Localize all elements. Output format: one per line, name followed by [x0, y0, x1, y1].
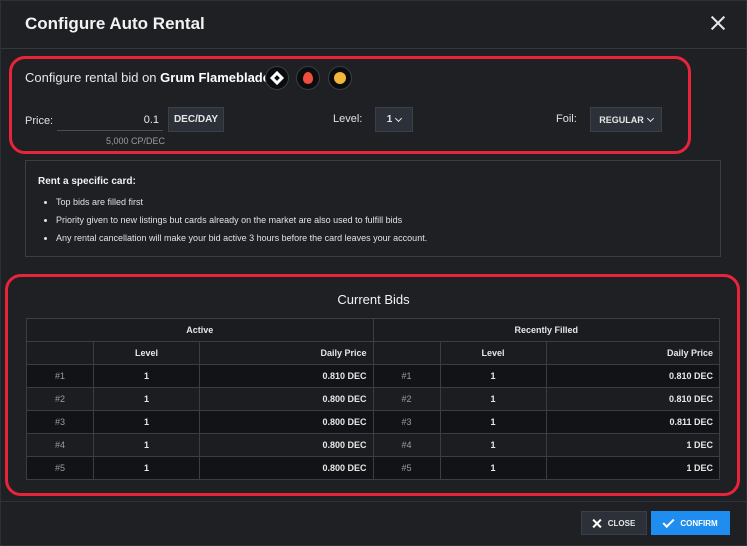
- filled-price: 0.810 DEC: [545, 364, 720, 388]
- table-row: #2 1 0.800 DEC #2 1 0.810 DEC: [26, 387, 720, 411]
- price-column-header: Daily Price: [545, 341, 720, 365]
- info-title: Rent a specific card:: [38, 176, 136, 187]
- foil-label: Foil:: [556, 113, 577, 125]
- active-level: 1: [93, 364, 200, 388]
- info-item: Top bids are filled first: [42, 196, 427, 214]
- level-value: 1: [386, 114, 393, 125]
- active-level: 1: [93, 456, 200, 480]
- close-button[interactable]: CLOSE: [581, 511, 647, 535]
- price-unit-button[interactable]: DEC/DAY: [168, 107, 224, 132]
- foil-dropdown[interactable]: REGULAR: [590, 107, 662, 132]
- price-label: Price:: [25, 115, 54, 127]
- chevron-down-icon: [395, 114, 403, 122]
- check-icon: [662, 515, 675, 528]
- filled-level: 1: [439, 433, 547, 457]
- chevron-down-icon: [646, 114, 654, 122]
- config-label: Configure rental bid on Grum Flameblade: [25, 70, 270, 85]
- info-list: Top bids are filled first Priority given…: [42, 196, 427, 250]
- gold-coin-icon: [328, 66, 352, 90]
- configure-auto-rental-modal: Configure Auto Rental Configure rental b…: [0, 0, 747, 546]
- confirm-button-label: CONFIRM: [680, 518, 718, 528]
- recently-filled-header: Recently Filled: [372, 318, 720, 342]
- price-hint: 5,000 CP/DEC: [106, 136, 166, 146]
- current-bids-title: Current Bids: [337, 292, 410, 307]
- filled-price: 1 DEC: [545, 433, 720, 457]
- level-label: Level:: [333, 113, 363, 125]
- active-level: 1: [93, 433, 200, 457]
- table-row: #3 1 0.800 DEC #3 1 0.811 DEC: [26, 410, 720, 434]
- active-level: 1: [93, 387, 200, 411]
- info-item: Any rental cancellation will make your b…: [42, 232, 427, 250]
- close-icon[interactable]: [710, 15, 726, 31]
- active-price: 0.810 DEC: [199, 364, 374, 388]
- active-price: 0.800 DEC: [199, 433, 374, 457]
- filled-price: 1 DEC: [545, 456, 720, 480]
- active-level: 1: [93, 410, 200, 434]
- rank-column-header: [26, 341, 94, 365]
- info-item: Priority given to new listings but cards…: [42, 214, 427, 232]
- diamond-icon: [265, 66, 289, 90]
- close-icon: [593, 519, 602, 528]
- filled-rank: #3: [372, 410, 441, 434]
- active-rank: #2: [26, 387, 94, 411]
- active-rank: #1: [26, 364, 94, 388]
- filled-price: 0.811 DEC: [545, 410, 720, 434]
- footer-divider: [1, 501, 746, 502]
- filled-level: 1: [439, 364, 547, 388]
- filled-rank: #2: [372, 387, 441, 411]
- filled-rank: #4: [372, 433, 441, 457]
- active-price: 0.800 DEC: [199, 410, 374, 434]
- confirm-button[interactable]: CONFIRM: [651, 511, 730, 535]
- active-price: 0.800 DEC: [199, 456, 374, 480]
- rank-column-header: [372, 341, 441, 365]
- table-row: #5 1 0.800 DEC #5 1 1 DEC: [26, 456, 720, 480]
- active-rank: #3: [26, 410, 94, 434]
- foil-value: REGULAR: [599, 114, 644, 125]
- card-name: Grum Flameblade: [160, 70, 270, 85]
- level-dropdown[interactable]: 1: [375, 107, 413, 132]
- active-rank: #4: [26, 433, 94, 457]
- modal-header: Configure Auto Rental: [1, 1, 746, 49]
- config-label-prefix: Configure rental bid on: [25, 70, 157, 85]
- filled-rank: #5: [372, 456, 441, 480]
- current-bids-table: Active Recently Filled Level Daily Price…: [26, 318, 720, 480]
- filled-price: 0.810 DEC: [545, 387, 720, 411]
- price-input[interactable]: [57, 109, 163, 131]
- active-rank: #5: [26, 456, 94, 480]
- active-price: 0.800 DEC: [199, 387, 374, 411]
- active-header: Active: [26, 318, 374, 342]
- table-row: #1 1 0.810 DEC #1 1 0.810 DEC: [26, 364, 720, 388]
- level-column-header: Level: [439, 341, 547, 365]
- filled-level: 1: [439, 387, 547, 411]
- level-column-header: Level: [93, 341, 200, 365]
- filled-level: 1: [439, 456, 547, 480]
- close-button-label: CLOSE: [607, 518, 636, 528]
- modal-title: Configure Auto Rental: [25, 14, 205, 33]
- table-row: #4 1 0.800 DEC #4 1 1 DEC: [26, 433, 720, 457]
- info-panel: Rent a specific card: Top bids are fille…: [25, 160, 721, 257]
- price-column-header: Daily Price: [199, 341, 374, 365]
- filled-rank: #1: [372, 364, 441, 388]
- fire-element-icon: [296, 66, 320, 90]
- filled-level: 1: [439, 410, 547, 434]
